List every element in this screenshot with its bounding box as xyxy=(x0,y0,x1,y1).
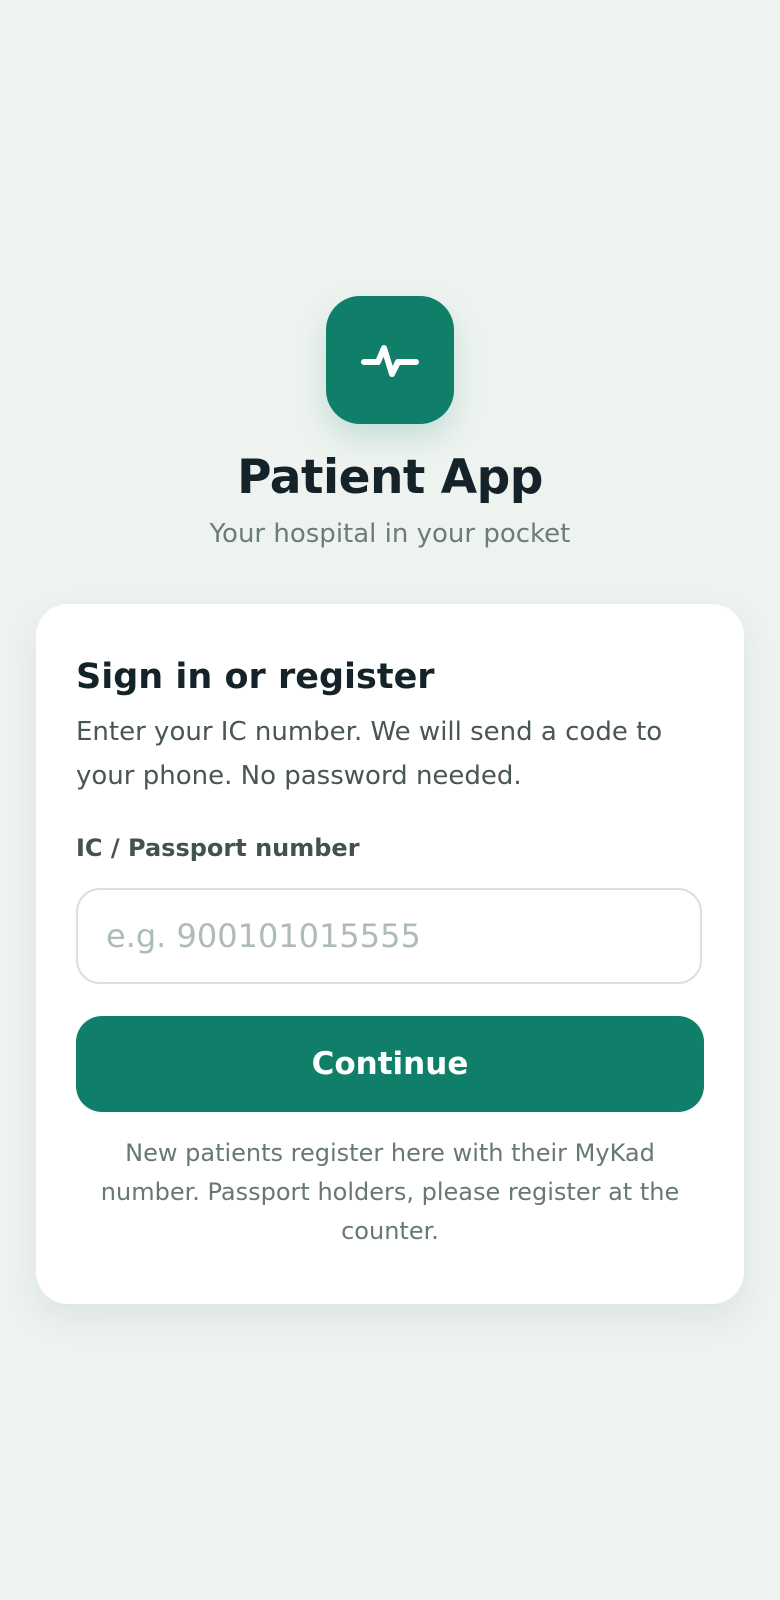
ic-passport-input[interactable] xyxy=(76,888,702,984)
registration-note: New patients register here with their My… xyxy=(100,1139,680,1245)
ic-passport-label: IC / Passport number xyxy=(76,834,360,862)
app-title: Patient App xyxy=(237,450,543,505)
card-title: Sign in or register xyxy=(76,657,435,697)
continue-button[interactable]: Continue xyxy=(76,1016,704,1112)
app-logo xyxy=(326,296,454,424)
pulse-icon xyxy=(361,345,419,377)
signin-card: Sign in or register Enter your IC number… xyxy=(36,604,744,1304)
app-subtitle: Your hospital in your pocket xyxy=(209,519,571,549)
card-description: Enter your IC number. We will send a cod… xyxy=(76,717,663,791)
